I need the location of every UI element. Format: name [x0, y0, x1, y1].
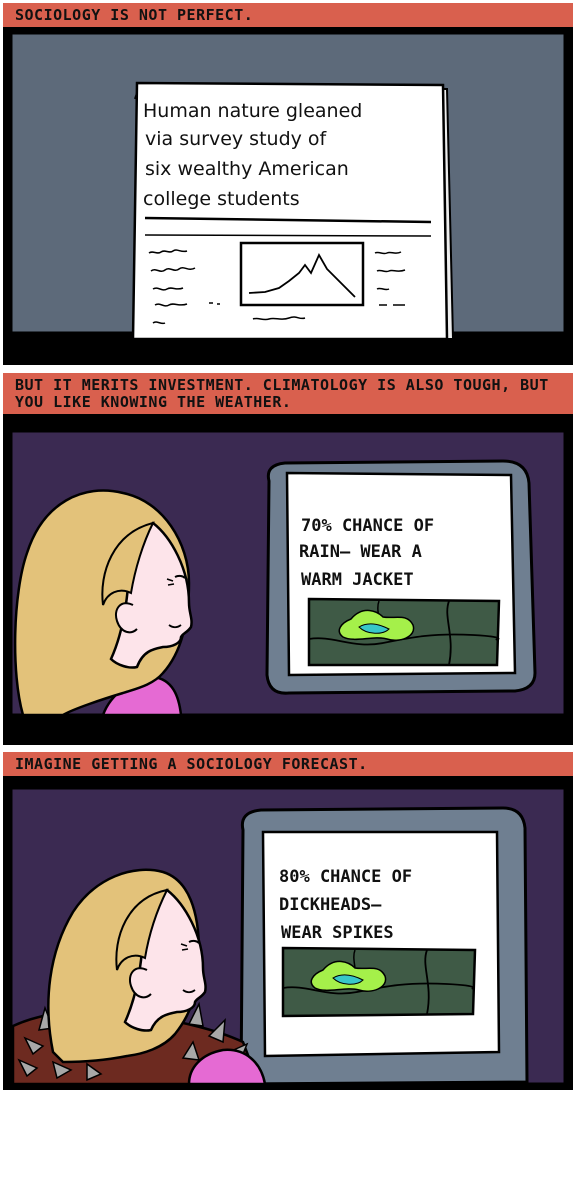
comic-panel-3: 80% CHANCE OF DICKHEADS— WEAR SPIKES IMA…: [3, 752, 573, 1090]
newspaper-chart: [239, 241, 365, 307]
forecast-line-3: WARM JACKET: [301, 570, 414, 590]
panel-1-caption: Sociology is not perfect.: [3, 3, 573, 30]
headline-line-1: Human nature gleaned: [143, 100, 362, 122]
headline-line-4: college students: [143, 188, 300, 210]
comic-panel-1: Human nature gleaned via survey study of…: [3, 3, 573, 365]
forecast-line-2: DICKHEADS—: [279, 895, 382, 915]
forecast-line-1: 80% CHANCE OF: [279, 867, 412, 887]
headline-line-2: via survey study of: [145, 128, 328, 150]
comic-panel-2: 70% CHANCE OF RAIN— WEAR A WARM JACKET B…: [3, 373, 573, 745]
panel-3-caption: Imagine getting a sociology forecast.: [3, 752, 573, 779]
panel-1-art: Human nature gleaned via survey study of…: [3, 3, 573, 365]
panel-2-caption: But it merits investment. Climatology is…: [3, 373, 573, 417]
forecast-line-2: RAIN— WEAR A: [299, 542, 422, 562]
monitor-screen: [261, 830, 501, 1058]
panel-2-art: 70% CHANCE OF RAIN— WEAR A WARM JACKET: [3, 373, 573, 745]
headline-line-3: six wealthy American: [145, 158, 349, 180]
forecast-line-1: 70% CHANCE OF: [301, 516, 434, 536]
panel-3-art: 80% CHANCE OF DICKHEADS— WEAR SPIKES: [3, 752, 573, 1090]
forecast-line-3: WEAR SPIKES: [281, 923, 394, 943]
